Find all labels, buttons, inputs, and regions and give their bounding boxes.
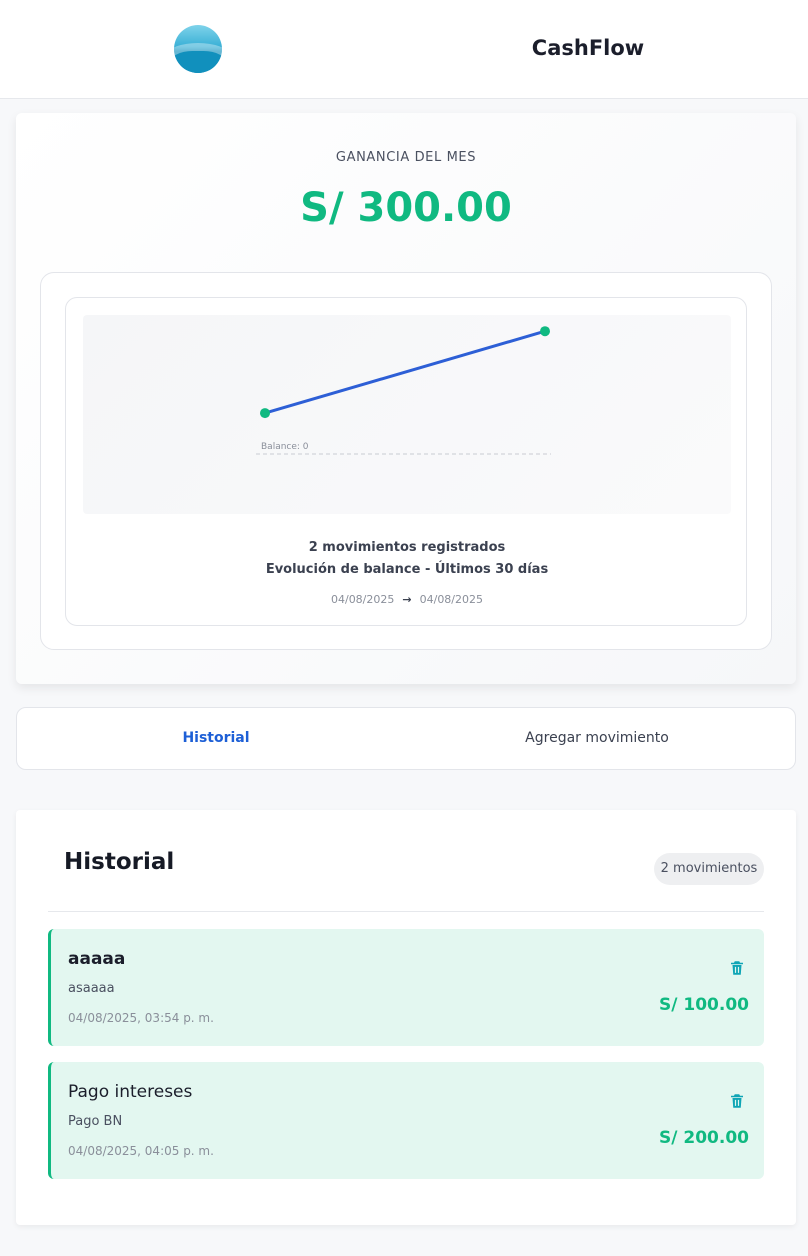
history-title: Historial (64, 849, 175, 875)
movements-count-badge: 2 movimientos (654, 853, 764, 885)
balance-chart: Balance: 0 (256, 326, 551, 455)
date-range: 04/08/2025 → 04/08/2025 (66, 593, 748, 606)
movement-amount: S/ 100.00 (659, 995, 749, 1015)
baseline-label: Balance: 0 (261, 442, 309, 452)
chart-panel: Balance: 0 2 movimientos registrados Evo… (65, 297, 747, 626)
movement-name: Pago intereses (68, 1082, 193, 1102)
summary-label: GANANCIA DEL MES (335, 150, 477, 165)
tab-historial[interactable]: Historial (17, 708, 415, 769)
list-item: Pago intereses Pago BN 04/08/2025, 04:05… (48, 1062, 764, 1179)
summary-amount: S/ 300.00 (300, 185, 512, 231)
chart-caption: Evolución de balance - Últimos 30 días (265, 562, 549, 577)
movement-description: Pago BN (68, 1114, 123, 1129)
trash-icon[interactable] (728, 959, 746, 977)
movement-amount: S/ 200.00 (659, 1128, 749, 1148)
date-start: 04/08/2025 (330, 593, 395, 606)
list-item: aaaaa asaaaa 04/08/2025, 03:54 p. m. S/ … (48, 929, 764, 1046)
trash-icon[interactable] (728, 1092, 746, 1110)
history-section: Historial 2 movimientos aaaaa asaaaa 04/… (16, 810, 796, 1225)
app-header: CashFlow (0, 0, 808, 99)
movement-date: 04/08/2025, 03:54 p. m. (68, 1011, 214, 1025)
series-line (263, 329, 547, 415)
movement-date: 04/08/2025, 04:05 p. m. (68, 1144, 214, 1158)
divider (48, 911, 764, 912)
arrow-right-icon: → (402, 593, 412, 606)
movement-description: asaaaa (68, 981, 115, 996)
data-point (260, 408, 270, 419)
monthly-summary-card: GANANCIA DEL MES S/ 300.00 Balance: 0 2 … (16, 113, 796, 684)
data-point (540, 326, 550, 337)
tab-agregar-movimiento[interactable]: Agregar movimiento (405, 708, 789, 769)
movements-count-text: 2 movimientos registrados (308, 540, 506, 555)
movement-name: aaaaa (68, 949, 126, 969)
date-end: 04/08/2025 (419, 593, 484, 606)
plot-area: Balance: 0 (83, 315, 731, 514)
app-title: CashFlow (531, 36, 645, 60)
tabs-bar: Historial Agregar movimiento (16, 707, 796, 770)
chart-container: Balance: 0 2 movimientos registrados Evo… (40, 272, 772, 650)
app-logo[interactable] (174, 25, 222, 73)
